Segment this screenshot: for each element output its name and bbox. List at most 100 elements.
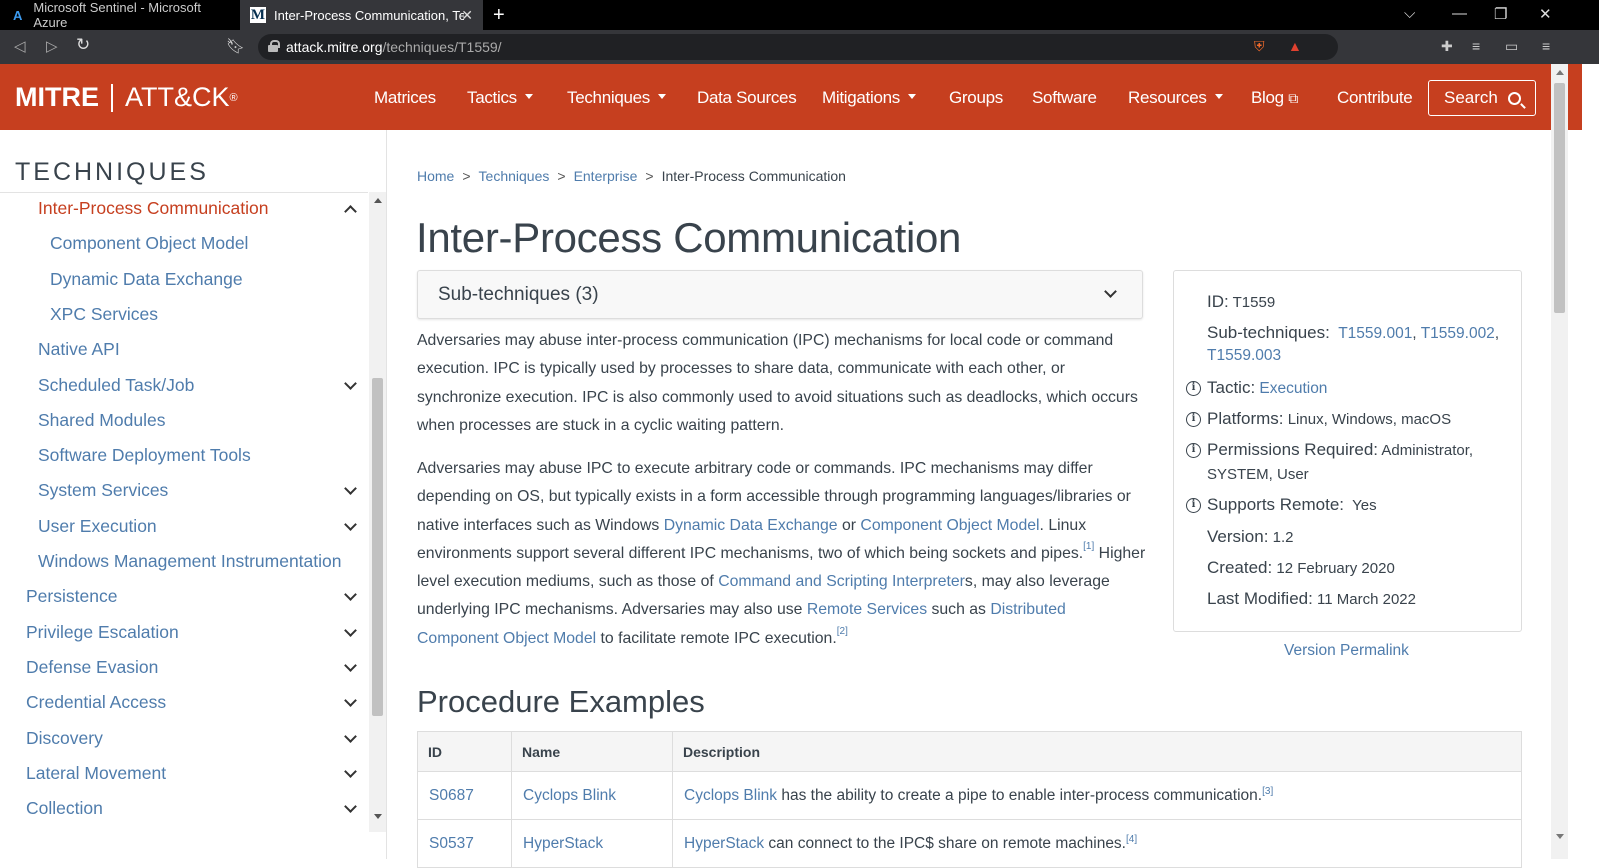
software-id-link[interactable]: S0537 [429,835,474,852]
info-icon[interactable]: i [1186,443,1201,458]
minimize-icon[interactable]: — [1452,5,1467,22]
info-icon[interactable]: i [1186,381,1201,396]
version-permalink[interactable]: Version Permalink [1284,642,1409,660]
nav-software[interactable]: Software [1032,88,1097,108]
subtech-link-003[interactable]: T1559.003 [1207,347,1281,364]
sidebar-item-label: User Execution [38,515,157,536]
chevron-down-icon[interactable] [344,764,357,778]
scroll-down-icon[interactable] [1556,834,1564,839]
chevron-down-icon[interactable] [344,800,357,813]
reference-4[interactable]: [4] [1126,834,1137,845]
sidebar-item-system-services[interactable]: System Services [0,475,368,510]
software-desc-link[interactable]: HyperStack [684,835,764,852]
nav-techniques[interactable]: Techniques [567,88,667,108]
url-path: /techniques/T1559/ [382,39,502,55]
close-tab-icon[interactable]: ✕ [461,7,473,24]
restore-icon[interactable]: ❐ [1494,5,1507,23]
nav-resources[interactable]: Resources [1128,88,1223,108]
nav-data-sources[interactable]: Data Sources [697,88,797,108]
scroll-down-icon[interactable] [374,814,382,819]
page-scrollbar[interactable] [1551,64,1568,859]
link-remote-services[interactable]: Remote Services [807,601,927,618]
nav-matrices[interactable]: Matrices [374,88,436,108]
extensions-icon[interactable]: ✚ [1441,38,1453,55]
software-name-link[interactable]: HyperStack [523,835,603,852]
tab-microsoft-sentinel[interactable]: A Microsoft Sentinel - Microsoft Azure [0,0,240,30]
wallet-icon[interactable]: ▭ [1505,38,1518,55]
chevron-down-icon[interactable] [344,588,357,602]
tab-inter-process-communication[interactable]: M Inter-Process Communication, Te ✕ [240,0,483,30]
bookmark-icon[interactable]: 🔖︎ [226,37,245,55]
chevron-down-icon[interactable] [344,623,357,637]
breadcrumb-techniques[interactable]: Techniques [479,168,550,184]
sidebar-scrollbar-thumb[interactable] [372,378,383,716]
link-command-scripting-interpreter[interactable]: Command and Scripting Interpreter [718,573,965,590]
sidebar-item-shared-modules[interactable]: Shared Modules [0,405,368,440]
chevron-up-icon[interactable] [344,205,357,218]
software-name-link[interactable]: Cyclops Blink [523,787,616,804]
sidebar-item-xpc-services[interactable]: XPC Services [0,299,368,334]
software-desc-link[interactable]: Cyclops Blink [684,787,777,804]
sidebar-item-windows-management-instrumentation[interactable]: Windows Management Instrumentation [0,546,368,581]
breadcrumb-home[interactable]: Home [417,168,454,184]
sidebar-item-software-deployment-tools[interactable]: Software Deployment Tools [0,440,368,475]
brave-rewards-icon[interactable]: ▲ [1288,38,1302,54]
reload-icon[interactable]: ↻ [76,35,90,55]
subtech-link-002[interactable]: T1559.002 [1421,325,1495,342]
forward-icon[interactable]: ▷ [46,37,58,55]
subtechniques-dropdown[interactable]: Sub-techniques (3) [417,270,1143,319]
sidebar-scrollbar[interactable] [369,192,386,832]
nav-tactics[interactable]: Tactics [467,88,533,108]
nav-groups[interactable]: Groups [949,88,1003,108]
link-dynamic-data-exchange[interactable]: Dynamic Data Exchange [664,517,838,534]
close-window-icon[interactable]: ✕ [1539,5,1552,23]
card-subtechniques-cont: T1559.003 [1207,347,1281,365]
chevron-down-icon[interactable] [344,729,357,743]
link-component-object-model[interactable]: Component Object Model [860,517,1039,534]
back-icon[interactable]: ◁ [14,37,26,55]
sidebar-item-component-object-model[interactable]: Component Object Model [0,228,368,263]
chevron-down-icon[interactable] [344,517,357,531]
tactic-link-execution[interactable]: Execution [1259,380,1327,397]
subtech-link-001[interactable]: T1559.001 [1338,325,1412,342]
url-input[interactable]: attack.mitre.org/techniques/T1559/ [258,34,1338,60]
reference-2[interactable]: [2] [837,626,848,637]
software-id-link[interactable]: S0687 [429,787,474,804]
nav-mitigations[interactable]: Mitigations [822,88,916,108]
cell-description: Cyclops Blink has the ability to create … [672,771,1522,820]
playlist-icon[interactable]: ≡ [1472,38,1480,54]
sidebar-item-inter-process-communication[interactable]: Inter-Process Communication [0,193,368,228]
card-tactic: Tactic: Execution [1207,378,1327,398]
info-icon[interactable]: i [1186,498,1201,513]
breadcrumb-enterprise[interactable]: Enterprise [574,168,638,184]
nav-contribute[interactable]: Contribute [1337,88,1413,108]
sidebar-item-scheduled-task-job[interactable]: Scheduled Task/Job [0,370,368,405]
sidebar-item-persistence[interactable]: Persistence [0,581,368,616]
brave-shield-icon[interactable]: ⛨ [1254,38,1265,55]
sidebar-item-dynamic-data-exchange[interactable]: Dynamic Data Exchange [0,264,368,299]
chevron-down-icon[interactable] [344,694,357,708]
mitre-attack-logo[interactable]: MITRE ATT&CK ® [15,82,238,113]
reference-3[interactable]: [3] [1262,786,1273,797]
sidebar-item-defense-evasion[interactable]: Defense Evasion [0,652,368,687]
chevron-down-icon[interactable] [344,376,357,390]
info-icon[interactable]: i [1186,412,1201,427]
sidebar-item-user-execution[interactable]: User Execution [0,511,368,546]
chevron-down-icon[interactable] [344,659,357,672]
menu-icon[interactable]: ≡ [1542,38,1550,54]
page-scrollbar-thumb[interactable] [1554,83,1565,313]
sidebar-item-credential-access[interactable]: Credential Access [0,687,368,722]
sidebar-item-native-api[interactable]: Native API [0,334,368,369]
new-tab-icon[interactable]: + [493,4,505,27]
chevron-down-icon[interactable] [344,482,357,496]
scroll-up-icon[interactable] [1556,70,1564,75]
nav-blog[interactable]: Blog ⧉ [1251,88,1298,108]
sidebar-item-lateral-movement[interactable]: Lateral Movement [0,758,368,793]
scroll-up-icon[interactable] [374,198,382,203]
tab-search-chevron-icon[interactable]: ⌵ [1404,5,1415,22]
sidebar-item-collection[interactable]: Collection [0,793,368,828]
search-button[interactable]: Search [1428,80,1536,116]
reference-1[interactable]: [1] [1083,541,1094,552]
sidebar-item-privilege-escalation[interactable]: Privilege Escalation [0,617,368,652]
sidebar-item-discovery[interactable]: Discovery [0,723,368,758]
